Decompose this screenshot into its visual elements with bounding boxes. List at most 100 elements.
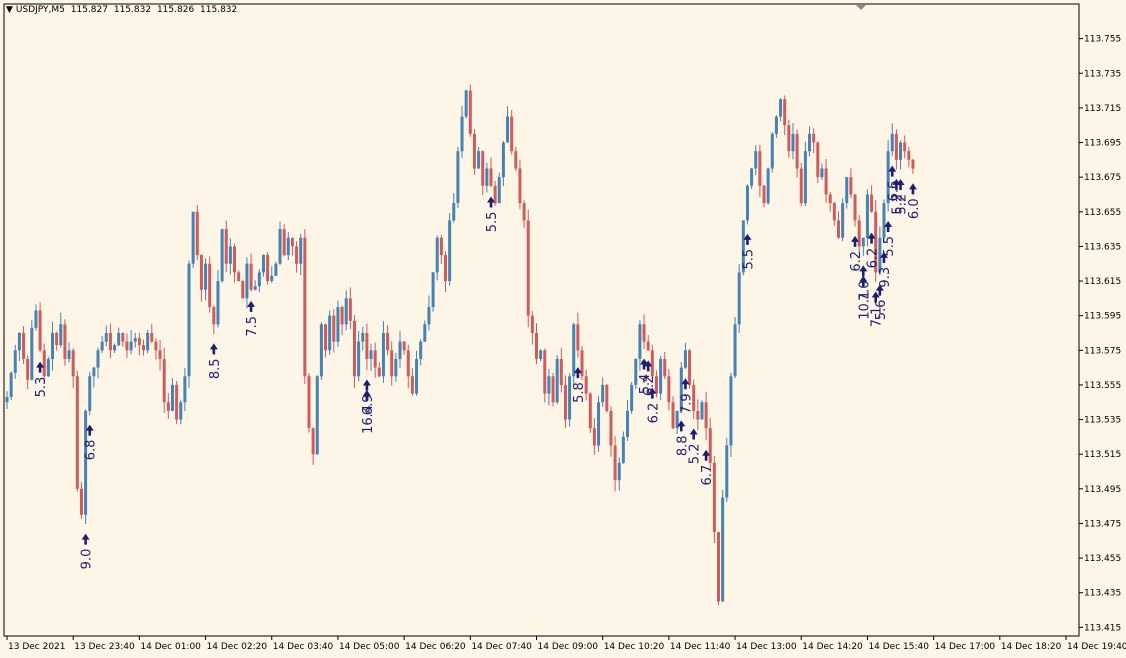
- candle-body: [539, 350, 543, 359]
- candle-body: [770, 133, 774, 169]
- candle-body: [605, 384, 609, 411]
- candle-body: [477, 151, 481, 169]
- x-tick-label: 14 Dec 06:20: [405, 642, 466, 652]
- candle-body: [299, 237, 303, 264]
- signal-value-label: 5.8: [572, 382, 587, 403]
- candle-body: [249, 263, 253, 290]
- candle-body: [671, 402, 675, 429]
- candle-body: [410, 376, 414, 394]
- candle-body: [526, 220, 530, 316]
- candle-body: [427, 307, 431, 325]
- symbol-label: USDJPY,M5: [15, 5, 65, 15]
- candle-body: [733, 324, 737, 377]
- candle-body: [55, 332, 59, 346]
- candle-body: [261, 255, 265, 273]
- candle-body: [501, 142, 505, 178]
- candle-body: [824, 168, 828, 195]
- candle-body: [92, 367, 96, 377]
- candle-body: [129, 341, 133, 351]
- candle-body: [845, 177, 849, 204]
- candle-body: [725, 445, 729, 498]
- candle-body: [390, 350, 394, 377]
- candle-body: [795, 133, 799, 169]
- candle-body: [663, 358, 667, 377]
- candle-body: [290, 237, 294, 247]
- candle-body: [717, 532, 721, 602]
- candle-body: [352, 320, 356, 377]
- signal-value-label: 9.3: [878, 267, 893, 288]
- candle-body: [750, 168, 754, 186]
- candle-body: [75, 376, 79, 489]
- candle-body: [659, 358, 663, 394]
- quote-high: 115.832: [113, 5, 152, 15]
- candle-body: [472, 133, 476, 169]
- candle-body: [394, 358, 398, 377]
- candle-body: [51, 332, 55, 359]
- candle-body: [745, 185, 749, 221]
- candle-body: [208, 263, 212, 308]
- candle-body: [903, 142, 907, 152]
- y-tick-label: 113.535: [1084, 416, 1121, 426]
- candle-body: [535, 332, 538, 359]
- y-tick-label: 113.475: [1084, 519, 1121, 529]
- signal-value-label: 9.0: [80, 549, 95, 570]
- candle-body: [758, 151, 762, 186]
- candle-body: [481, 151, 485, 186]
- candle-body: [286, 237, 290, 256]
- candle-body: [270, 275, 274, 282]
- y-tick-label: 113.615: [1084, 277, 1121, 287]
- candle-body: [113, 345, 117, 351]
- signal-value-label: 8.5: [208, 358, 223, 379]
- candle-body: [340, 307, 344, 325]
- signal-value-label: 6.0: [907, 198, 922, 219]
- x-tick-label: 14 Dec 18:20: [1001, 642, 1062, 652]
- price-chart[interactable]: 113.755 113.735 113.715 113.695 113.675 113.6…: [0, 0, 1126, 658]
- candle-body: [443, 255, 447, 282]
- signal-value-label: 6.8: [84, 440, 99, 461]
- candle-body: [154, 341, 158, 351]
- candle-body: [588, 393, 592, 429]
- candle-body: [228, 246, 232, 264]
- candle-body: [783, 99, 787, 126]
- candle-body: [38, 310, 42, 351]
- candle-body: [365, 332, 369, 359]
- candle-body: [150, 332, 154, 342]
- candle-body: [592, 428, 596, 446]
- signal-value-label: 5.5: [741, 249, 756, 270]
- plot-frame: [3, 3, 1080, 637]
- candle-body: [108, 332, 112, 351]
- candle-body: [9, 372, 13, 398]
- y-tick-label: 113.755: [1084, 35, 1121, 45]
- candle-body: [497, 177, 501, 204]
- candle-body: [737, 272, 741, 325]
- candle-body: [121, 332, 125, 342]
- candle-body: [812, 133, 816, 143]
- chart-window[interactable]: 113.755 113.735 113.715 113.695 113.675 113.6…: [0, 0, 1126, 658]
- candle-body: [104, 332, 108, 342]
- candle-body: [456, 151, 460, 204]
- candle-body: [79, 488, 83, 515]
- candle-body: [634, 358, 638, 385]
- candle-body: [882, 203, 886, 238]
- signal-value-label: 16.4: [361, 405, 376, 434]
- y-tick-label: 113.715: [1084, 104, 1121, 114]
- candle-body: [832, 203, 836, 221]
- candle-body: [485, 168, 489, 186]
- signal-value-label: 5.5: [882, 236, 897, 257]
- candle-body: [799, 168, 803, 204]
- signal-value-label: 6.2: [866, 248, 881, 269]
- candle-body: [601, 384, 605, 403]
- candle-body: [46, 358, 50, 377]
- candle-body: [71, 350, 75, 377]
- candle-body: [489, 168, 493, 186]
- x-tick-label: 14 Dec 07:40: [471, 642, 532, 652]
- candle-body: [336, 307, 340, 342]
- candle-body: [5, 397, 9, 403]
- candle-body: [195, 211, 199, 256]
- triangle-down-icon[interactable]: ▼: [6, 5, 13, 15]
- candle-body: [237, 272, 241, 282]
- signal-value-label: 5.5: [485, 212, 500, 233]
- candle-body: [377, 367, 381, 377]
- candle-body: [357, 341, 361, 377]
- x-tick-label: 14 Dec 14:20: [802, 642, 863, 652]
